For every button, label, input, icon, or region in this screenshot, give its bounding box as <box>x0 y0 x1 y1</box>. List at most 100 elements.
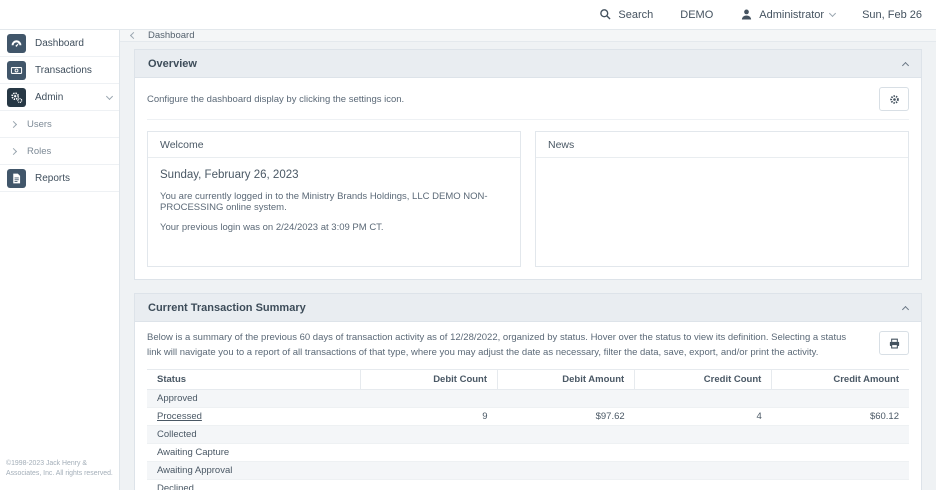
overview-card: Overview Configure the dashboard display… <box>134 49 922 280</box>
main-area: Dashboard Overview Configure the dashboa… <box>120 30 936 490</box>
chevron-down-icon <box>106 92 113 99</box>
credit-count-cell <box>635 426 772 444</box>
credit-count-cell <box>635 390 772 408</box>
debit-count-cell <box>360 390 497 408</box>
transaction-summary-header[interactable]: Current Transaction Summary <box>135 294 921 322</box>
transaction-summary-body: Below is a summary of the previous 60 da… <box>135 322 921 490</box>
table-row: Collected <box>147 426 909 444</box>
printer-icon <box>888 337 901 350</box>
admin-gears-icon <box>7 88 26 107</box>
table-row: Awaiting Capture <box>147 444 909 462</box>
sidebar-item-dashboard[interactable]: Dashboard <box>0 30 119 57</box>
table-row: Processed9$97.624$60.12 <box>147 408 909 426</box>
topbar-actions: Search DEMO Administrator Sun, Feb 26 <box>599 8 936 21</box>
previous-login-text: Your previous login was on 2/24/2023 at … <box>160 222 508 233</box>
sidebar-item-label: Admin <box>35 92 63 103</box>
debit-amount-cell: $97.62 <box>498 408 635 426</box>
user-menu[interactable]: Administrator <box>740 8 835 21</box>
status-cell: Approved <box>147 390 360 408</box>
chevron-down-icon <box>829 10 836 17</box>
debit-amount-cell <box>498 480 635 490</box>
news-panel-title: News <box>536 132 908 158</box>
credit-amount-cell <box>772 462 909 480</box>
settings-button[interactable] <box>879 87 909 111</box>
copyright-notice: ©1998-2023 Jack Henry & Associates, Inc.… <box>0 455 119 490</box>
reports-icon <box>7 169 26 188</box>
welcome-panel-title: Welcome <box>148 132 520 158</box>
credit-count-cell <box>635 480 772 490</box>
date-label: Sun, Feb 26 <box>862 9 922 21</box>
sidebar-item-users[interactable]: Users <box>0 111 119 138</box>
gear-icon <box>888 93 901 106</box>
debit-amount-cell <box>498 426 635 444</box>
status-cell: Awaiting Capture <box>147 444 360 462</box>
summary-description: Below is a summary of the previous 60 da… <box>147 331 859 360</box>
credit-amount-cell <box>772 390 909 408</box>
status-cell: Declined <box>147 480 360 490</box>
status-cell: Processed <box>147 408 360 426</box>
sidebar-item-admin[interactable]: Admin <box>0 84 119 111</box>
welcome-panel: Welcome Sunday, February 26, 2023 You ar… <box>147 131 521 267</box>
sidebar-item-label: Dashboard <box>35 38 84 49</box>
app-root: Search DEMO Administrator Sun, Feb 26 <box>0 0 936 490</box>
column-header: Credit Count <box>635 370 772 390</box>
sidebar: Dashboard Transactions <box>0 30 120 490</box>
table-row: Approved <box>147 390 909 408</box>
sidebar-item-label: Transactions <box>35 65 92 76</box>
debit-amount-cell <box>498 444 635 462</box>
collapse-panel-icon[interactable] <box>902 305 909 312</box>
breadcrumb: Dashboard <box>120 30 936 42</box>
search-button[interactable]: Search <box>599 8 653 21</box>
status-cell: Collected <box>147 426 360 444</box>
column-header: Credit Amount <box>772 370 909 390</box>
sidebar-item-roles[interactable]: Roles <box>0 138 119 165</box>
table-header: StatusDebit CountDebit AmountCredit Coun… <box>147 370 909 390</box>
overview-panes: Welcome Sunday, February 26, 2023 You ar… <box>147 131 909 267</box>
search-label: Search <box>618 9 653 21</box>
top-bar: Search DEMO Administrator Sun, Feb 26 <box>0 0 936 30</box>
table-row: Awaiting Approval <box>147 462 909 480</box>
sidebar-item-label: Reports <box>35 173 70 184</box>
news-panel-body <box>536 158 908 178</box>
user-label: Administrator <box>759 9 824 21</box>
credit-amount-cell: $60.12 <box>772 408 909 426</box>
column-header: Status <box>147 370 360 390</box>
collapse-sidebar-icon[interactable] <box>130 32 137 39</box>
user-icon <box>740 8 753 21</box>
environment-label[interactable]: DEMO <box>680 9 713 21</box>
debit-amount-cell <box>498 462 635 480</box>
dashboard-icon <box>7 34 26 53</box>
dashboard-config-row: Configure the dashboard display by click… <box>147 87 909 120</box>
credit-count-cell <box>635 462 772 480</box>
sidebar-item-reports[interactable]: Reports <box>0 165 119 192</box>
credit-amount-cell <box>772 426 909 444</box>
status-cell: Awaiting Approval <box>147 462 360 480</box>
login-system-text: You are currently logged in to the Minis… <box>160 191 508 213</box>
table-row: Declined <box>147 480 909 490</box>
sidebar-item-label: Roles <box>27 146 51 157</box>
debit-amount-cell <box>498 390 635 408</box>
news-panel: News <box>535 131 909 267</box>
sidebar-item-label: Users <box>27 119 52 130</box>
status-link[interactable]: Processed <box>157 411 202 422</box>
sidebar-item-transactions[interactable]: Transactions <box>0 57 119 84</box>
search-icon <box>599 8 612 21</box>
overview-title: Overview <box>148 58 197 70</box>
credit-count-cell: 4 <box>635 408 772 426</box>
transaction-summary-title: Current Transaction Summary <box>148 302 306 314</box>
welcome-date: Sunday, February 26, 2023 <box>160 169 508 181</box>
column-header: Debit Count <box>360 370 497 390</box>
overview-card-header[interactable]: Overview <box>135 50 921 78</box>
chevron-right-icon <box>10 120 17 127</box>
column-header: Debit Amount <box>498 370 635 390</box>
collapse-panel-icon[interactable] <box>902 61 909 68</box>
overview-card-body: Configure the dashboard display by click… <box>135 78 921 279</box>
breadcrumb-label: Dashboard <box>148 30 194 41</box>
credit-amount-cell <box>772 480 909 490</box>
table-body: ApprovedProcessed9$97.624$60.12Collected… <box>147 390 909 490</box>
debit-count-cell <box>360 480 497 490</box>
credit-count-cell <box>635 444 772 462</box>
transaction-summary-table: StatusDebit CountDebit AmountCredit Coun… <box>147 369 909 490</box>
print-button[interactable] <box>879 331 909 355</box>
welcome-panel-body: Sunday, February 26, 2023 You are curren… <box>148 158 520 252</box>
